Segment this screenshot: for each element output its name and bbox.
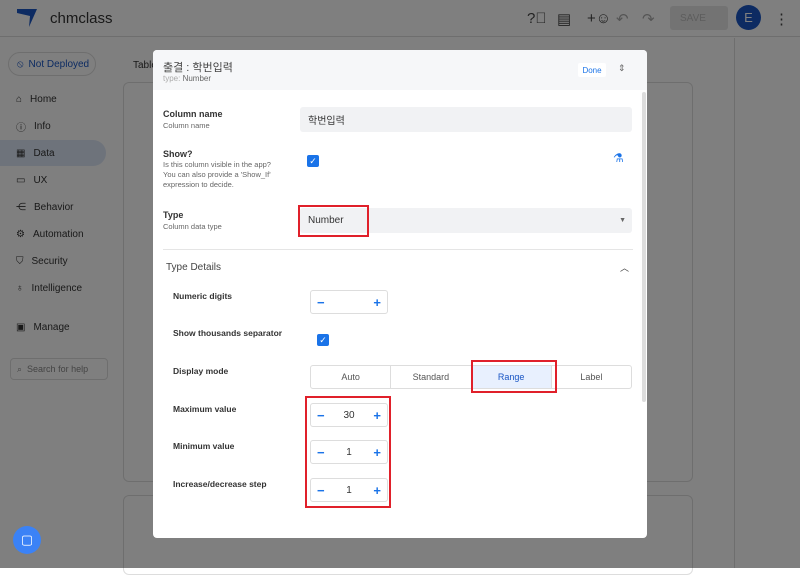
type-prefix: type: — [163, 74, 181, 83]
collapse-chevron-icon[interactable]: ︿ — [620, 261, 629, 274]
column-name-input[interactable]: 학번입력 — [300, 107, 632, 132]
chat-button[interactable]: ▢ — [13, 526, 41, 554]
display-mode-standard[interactable]: Standard — [391, 366, 472, 388]
divider — [163, 249, 633, 250]
flask-expression-icon[interactable]: ⚗ — [613, 151, 624, 165]
show-checkbox[interactable]: ✓ — [307, 155, 319, 167]
maximum-value-label: Maximum value — [173, 404, 237, 414]
column-edit-dialog: 출결 : 학번입력 type: Number Done ⇕ Column nam… — [153, 50, 647, 538]
expand-collapse-icon[interactable]: ⇕ — [618, 63, 626, 74]
highlight-box — [305, 396, 391, 508]
numeric-digits-label: Numeric digits — [173, 291, 233, 301]
display-mode-label: Display mode — [173, 366, 229, 376]
column-name-hint: Column name — [163, 121, 210, 130]
highlight-box — [471, 360, 557, 393]
dropdown-arrow-icon: ▼ — [619, 217, 626, 224]
done-button[interactable]: Done — [578, 63, 606, 77]
thousands-separator-label: Show thousands separator — [173, 328, 283, 338]
type-hint: Column data type — [163, 222, 222, 231]
dialog-title: 출결 : 학번입력 — [163, 62, 233, 74]
scrollbar[interactable] — [642, 92, 646, 402]
show-label: Show? — [163, 149, 193, 159]
step-label: Increase/decrease step — [173, 479, 267, 489]
dialog-subtitle: type: Number — [163, 74, 211, 83]
highlight-box — [298, 205, 369, 237]
thousands-separator-checkbox[interactable]: ✓ — [317, 334, 329, 346]
minimum-value-label: Minimum value — [173, 441, 235, 451]
type-label: Type — [163, 210, 184, 220]
numeric-digits-stepper[interactable]: − + — [310, 290, 388, 314]
type-value: Number — [182, 74, 212, 83]
display-mode-auto[interactable]: Auto — [311, 366, 392, 388]
dialog-header: 출결 : 학번입력 type: Number Done ⇕ — [153, 50, 647, 90]
display-mode-label[interactable]: Label — [552, 366, 631, 388]
chat-icon: ▢ — [20, 532, 34, 547]
column-name-label: Column name — [163, 109, 223, 119]
decrement-button[interactable]: − — [317, 295, 325, 310]
increment-button[interactable]: + — [373, 295, 381, 310]
type-details-heading: Type Details — [166, 262, 222, 273]
show-hint: Is this column visible in the app? You c… — [163, 160, 271, 189]
